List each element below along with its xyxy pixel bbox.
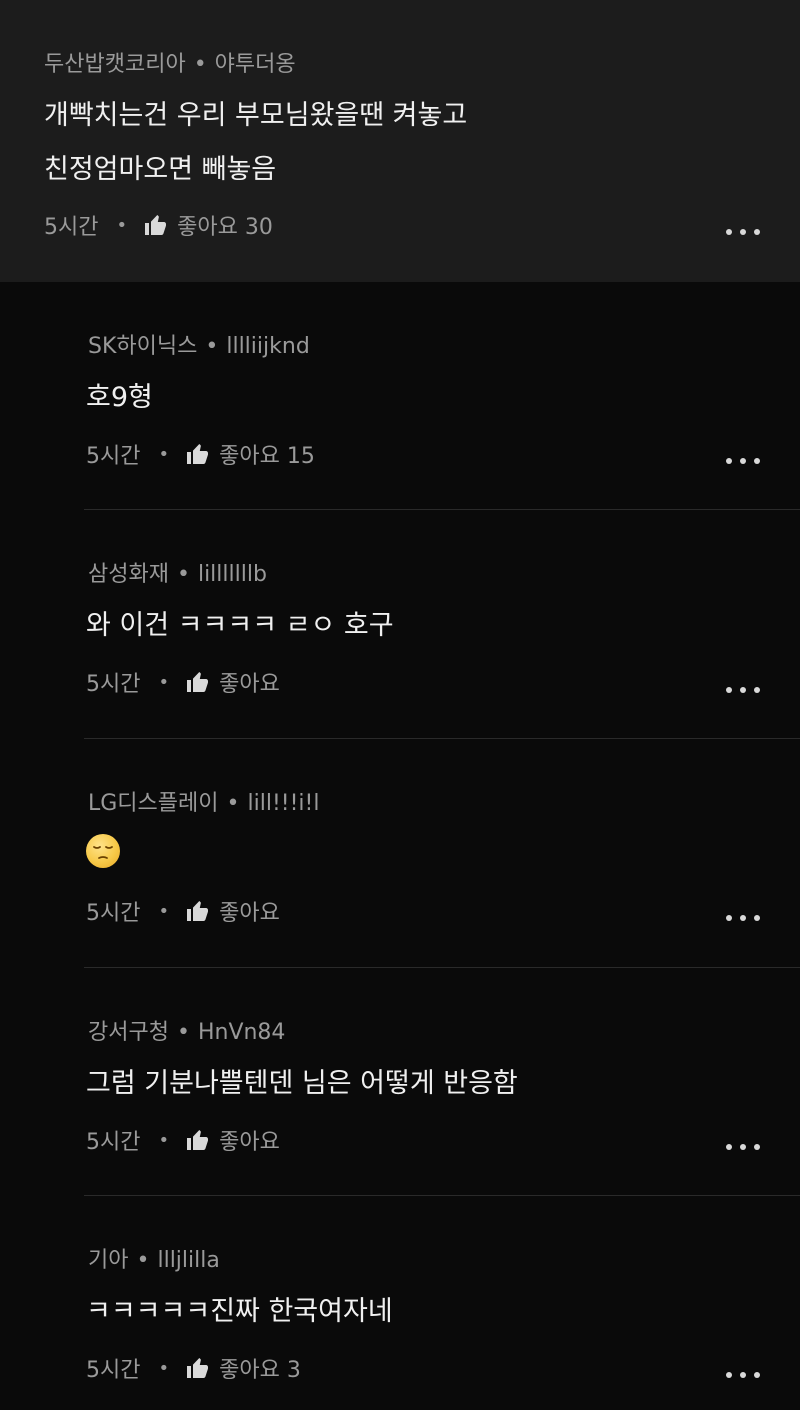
author-nickname[interactable]: HnVn84 (198, 1020, 285, 1045)
more-dot (740, 915, 746, 921)
comment-text: ㅋㅋㅋㅋㅋ진짜 한국여자네 (86, 1296, 393, 1327)
footer-separator: • (116, 214, 128, 236)
author-nickname[interactable]: lill!!!i!l (248, 791, 320, 816)
more-options-button[interactable] (726, 456, 760, 466)
reply-comment: 삼성화재 • lilllllllb 와 이건 ㅋㅋㅋㅋ ㄹㅇ 호구 5시간 • 좋아… (0, 510, 800, 739)
thumbs-up-icon[interactable] (185, 1128, 209, 1152)
comment-meta: 기아 • llljlilla (88, 1242, 220, 1274)
more-dot (726, 229, 732, 235)
footer-separator: • (158, 443, 170, 465)
author-name[interactable]: LG디스플레이 (88, 791, 219, 816)
thumbs-up-icon[interactable] (185, 670, 209, 694)
more-dot (726, 458, 732, 464)
more-dot (754, 1144, 760, 1150)
comment-text: 와 이건 ㅋㅋㅋㅋ ㄹㅇ 호구 (86, 610, 394, 641)
comment-text-line-1: 개빡치는건 우리 부모님왔을땐 켜놓고 (44, 100, 468, 131)
comment-footer: 5시간 • 좋아요 (86, 895, 280, 927)
comment-meta: 강서구청 • HnVn84 (88, 1014, 285, 1046)
comment-time: 5시간 (86, 901, 141, 926)
like-count[interactable]: 좋아요 30 (177, 209, 273, 241)
more-dot (740, 229, 746, 235)
comment-footer: 5시간 • 좋아요 (86, 1124, 280, 1156)
comment-time: 5시간 (86, 1358, 141, 1383)
thumbs-up-icon[interactable] (185, 442, 209, 466)
reply-comment: 기아 • llljlilla ㅋㅋㅋㅋㅋ진짜 한국여자네 5시간 • 좋아요 3 (0, 1196, 800, 1410)
author-name[interactable]: 기아 (88, 1248, 128, 1273)
footer-separator: • (158, 671, 170, 693)
reply-comment: SK하이닉스 • lllliijknd 호9형 5시간 • 좋아요 15 (0, 282, 800, 510)
thumbs-up-icon[interactable] (143, 213, 167, 237)
meta-separator: • (136, 1248, 150, 1273)
comment-meta: 삼성화재 • lilllllllb (88, 556, 267, 588)
more-options-button[interactable] (726, 685, 760, 695)
comment-meta: SK하이닉스 • lllliijknd (88, 328, 310, 360)
comment-text: 그럼 기분나쁠텐덴 님은 어떻게 반응함 (86, 1068, 518, 1099)
like-count[interactable]: 좋아요 15 (219, 438, 315, 470)
more-dot (754, 687, 760, 693)
comment-footer: 5시간 • 좋아요 (86, 666, 280, 698)
more-dot (726, 687, 732, 693)
comment-meta: LG디스플레이 • lill!!!i!l (88, 785, 319, 817)
meta-separator: • (193, 52, 207, 77)
meta-separator: • (176, 1020, 190, 1045)
comment-thread: 두산밥캣코리아 • 야투더옹 개빡치는건 우리 부모님왔을땐 켜놓고 친정엄마오면 … (0, 0, 800, 1410)
more-dot (726, 1372, 732, 1378)
comment-footer: 5시간 • 좋아요 3 (86, 1352, 301, 1384)
meta-separator: • (226, 791, 240, 816)
author-nickname[interactable]: llljlilla (157, 1248, 219, 1273)
footer-separator: • (158, 900, 170, 922)
more-dot (726, 915, 732, 921)
more-dot (726, 1144, 732, 1150)
more-dot (740, 458, 746, 464)
comment-time: 5시간 (86, 444, 141, 469)
more-dot (740, 687, 746, 693)
author-name[interactable]: 두산밥캣코리아 (44, 52, 186, 77)
author-name[interactable]: SK하이닉스 (88, 334, 197, 359)
like-count[interactable]: 좋아요 (219, 1124, 280, 1156)
like-count[interactable]: 좋아요 (219, 666, 280, 698)
thumbs-up-icon[interactable] (185, 899, 209, 923)
parent-comment: 두산밥캣코리아 • 야투더옹 개빡치는건 우리 부모님왔을땐 켜놓고 친정엄마오면 … (0, 0, 800, 282)
more-options-button[interactable] (726, 913, 760, 923)
meta-separator: • (176, 562, 190, 587)
comment-meta: 두산밥캣코리아 • 야투더옹 (44, 46, 296, 78)
more-dot (754, 915, 760, 921)
author-name[interactable]: 삼성화재 (88, 562, 169, 587)
more-dot (740, 1144, 746, 1150)
comment-time: 5시간 (44, 215, 99, 240)
comment-time: 5시간 (86, 672, 141, 697)
author-nickname[interactable]: lllliijknd (226, 334, 309, 359)
more-options-button[interactable] (726, 227, 760, 237)
more-options-button[interactable] (726, 1142, 760, 1152)
author-nickname[interactable]: lilllllllb (198, 562, 267, 587)
reply-comment: 강서구청 • HnVn84 그럼 기분나쁠텐덴 님은 어떻게 반응함 5시간 • 좋… (0, 968, 800, 1196)
reply-comment: LG디스플레이 • lill!!!i!l 5시간 • 좋아요 (0, 739, 800, 968)
more-dot (754, 1372, 760, 1378)
comment-text-line-2: 친정엄마오면 빼놓음 (44, 154, 277, 185)
pensive-face-emoji (86, 834, 120, 868)
comment-text: 호9형 (86, 382, 153, 413)
more-dot (740, 1372, 746, 1378)
thumbs-up-icon[interactable] (185, 1356, 209, 1380)
more-dot (754, 229, 760, 235)
like-count[interactable]: 좋아요 3 (219, 1352, 301, 1384)
author-name[interactable]: 강서구청 (88, 1020, 169, 1045)
footer-separator: • (158, 1129, 170, 1151)
like-count[interactable]: 좋아요 (219, 895, 280, 927)
comment-time: 5시간 (86, 1130, 141, 1155)
author-nickname[interactable]: 야투더옹 (215, 52, 296, 77)
comment-footer: 5시간 • 좋아요 30 (44, 209, 273, 241)
more-options-button[interactable] (726, 1370, 760, 1380)
meta-separator: • (205, 334, 219, 359)
footer-separator: • (158, 1357, 170, 1379)
comment-footer: 5시간 • 좋아요 15 (86, 438, 315, 470)
more-dot (754, 458, 760, 464)
